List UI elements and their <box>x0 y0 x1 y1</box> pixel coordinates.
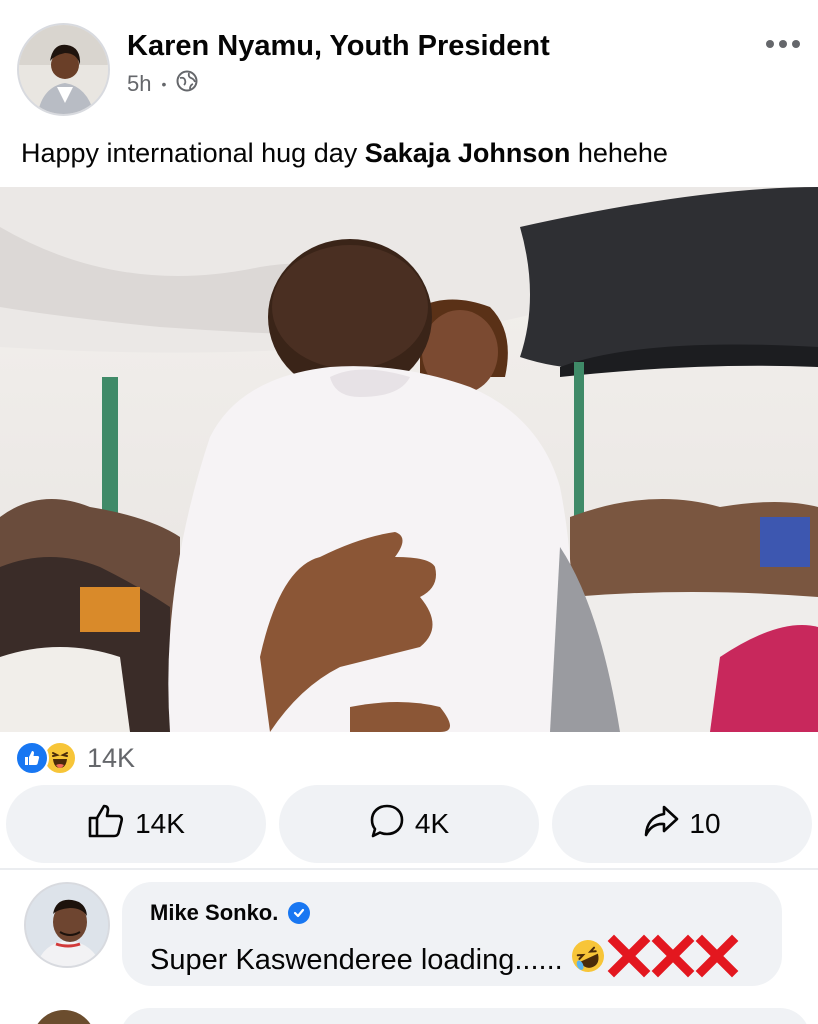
author-avatar[interactable] <box>17 23 110 116</box>
post-meta: 5h • <box>127 70 198 98</box>
commenter: Mike Sonko. <box>150 900 311 926</box>
post-header: Karen Nyamu, Youth President 5h • <box>0 0 818 120</box>
reactions-summary[interactable]: 14K <box>15 740 135 776</box>
thumbs-up-icon <box>87 803 125 846</box>
post-photo[interactable] <box>0 187 818 732</box>
red-cross-icon <box>695 934 739 986</box>
post-text: Happy international hug day Sakaja Johns… <box>21 138 668 169</box>
comment-text: Super Kaswenderee loading...... <box>150 943 563 976</box>
post-text-start: Happy international hug day <box>21 138 365 168</box>
meta-separator: • <box>161 76 167 92</box>
share-button[interactable]: 10 <box>552 785 812 863</box>
comment-icon <box>369 803 405 846</box>
red-cross-icon <box>651 934 695 986</box>
comment-text-row: Super Kaswenderee loading...... <box>150 934 739 986</box>
like-reaction-icon <box>15 741 49 775</box>
post-text-end: hehehe <box>570 138 668 168</box>
red-cross-icon <box>607 934 651 986</box>
commenter-name[interactable]: Mike Sonko. <box>150 900 278 926</box>
next-comment-bubble[interactable] <box>120 1008 810 1024</box>
like-button[interactable]: 14K <box>6 785 266 863</box>
post-time[interactable]: 5h <box>127 71 151 97</box>
comment-count: 4K <box>414 808 450 839</box>
tagged-person[interactable]: Sakaja Johnson <box>365 138 571 168</box>
author-name[interactable]: Karen Nyamu, Youth President <box>127 30 550 63</box>
share-icon <box>643 804 679 845</box>
like-count: 14K <box>135 808 185 839</box>
rofl-emoji-icon <box>569 937 607 983</box>
commenter-avatar[interactable] <box>24 882 110 968</box>
divider <box>0 868 818 870</box>
globe-icon <box>176 70 198 98</box>
reaction-count: 14K <box>87 742 136 773</box>
comment-bubble[interactable]: Mike Sonko. Super Kaswenderee loading...… <box>122 882 782 986</box>
comment-button[interactable]: 4K <box>279 785 539 863</box>
share-count: 10 <box>689 808 721 839</box>
action-bar: 14K 4K 10 <box>6 785 812 863</box>
more-options-icon[interactable] <box>766 40 800 48</box>
next-commenter-avatar[interactable] <box>32 1010 96 1024</box>
verified-badge-icon <box>288 902 311 924</box>
